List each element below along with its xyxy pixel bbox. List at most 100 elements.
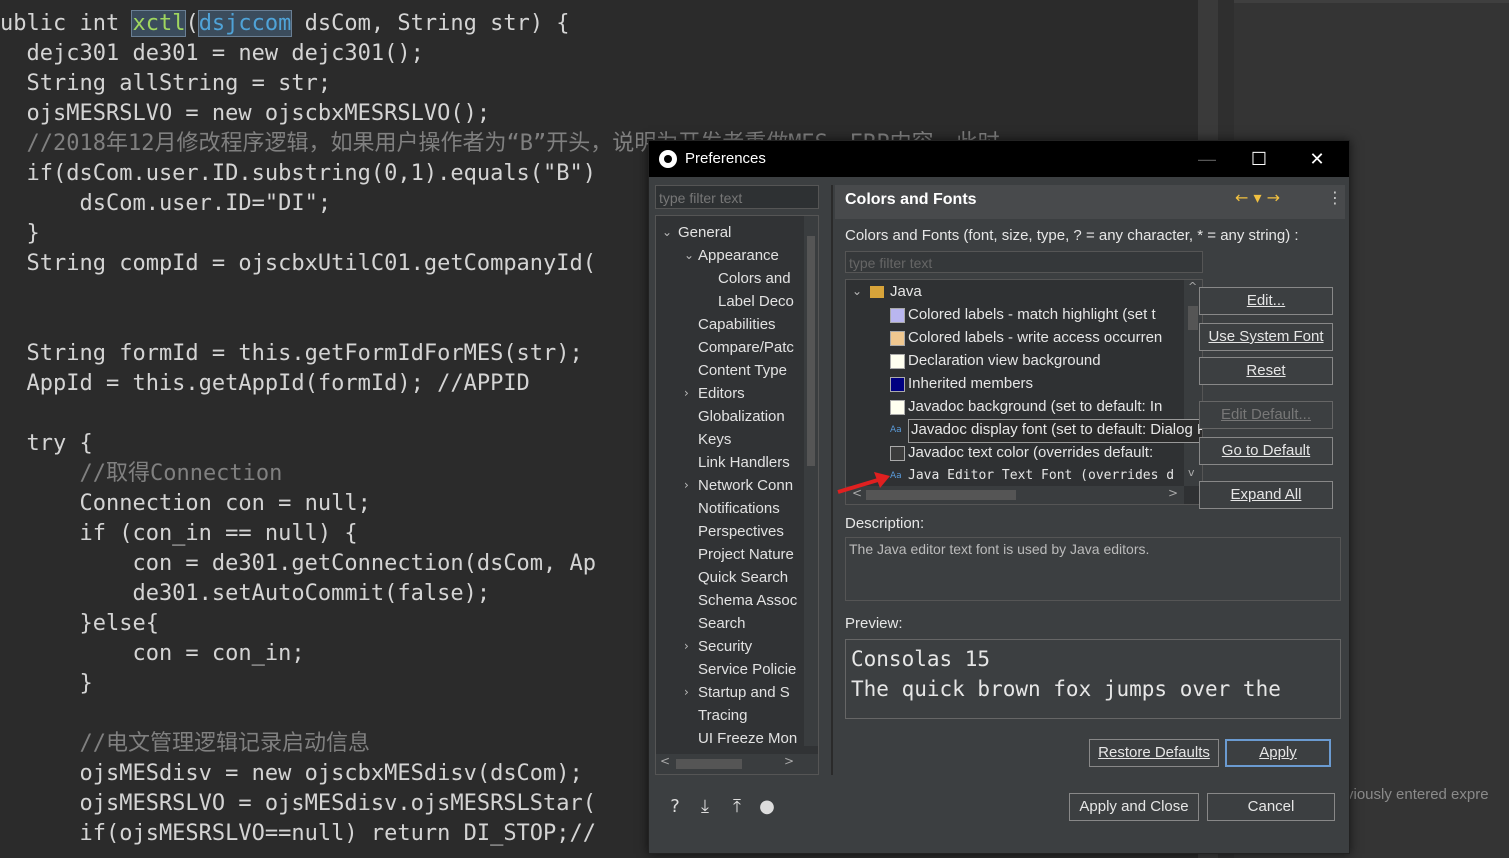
code-line[interactable]: if(ojsMESRSLVO==null) return DI_STOP;// xyxy=(0,819,596,849)
code-line[interactable]: dsCom.user.ID="DI"; xyxy=(0,189,331,219)
restore-defaults-button[interactable]: Restore Defaults xyxy=(1089,739,1219,767)
chevron-right-icon[interactable]: › xyxy=(684,639,689,653)
code-line[interactable]: con = con_in; xyxy=(0,639,304,669)
tree-item[interactable]: Schema Assoc xyxy=(698,590,797,612)
expand-all-button[interactable]: Expand All xyxy=(1199,481,1333,509)
code-token: dsCom, String str) { xyxy=(291,11,570,36)
tree-item[interactable]: Compare/Patc xyxy=(698,337,794,359)
tree-item[interactable]: Link Handlers xyxy=(698,452,790,474)
code-token: } xyxy=(0,671,93,696)
tree-item[interactable]: Perspectives xyxy=(698,521,784,543)
code-line[interactable]: dejc301 de301 = new dejc301(); xyxy=(0,39,423,69)
color-font-entry[interactable]: Javadoc background (set to default: In xyxy=(908,396,1162,418)
scroll-left-icon[interactable]: < xyxy=(660,754,670,768)
code-line[interactable]: if(dsCom.user.ID.substring(0,1).equals("… xyxy=(0,159,596,189)
code-line[interactable]: String compId = ojscbxUtilC01.getCompany… xyxy=(0,249,596,279)
tree-filter-input[interactable]: type filter text xyxy=(655,185,819,209)
code-line[interactable]: String formId = this.getFormIdForMES(str… xyxy=(0,339,582,369)
minimize-button[interactable]: — xyxy=(1185,145,1229,173)
color-font-entry[interactable]: Inherited members xyxy=(908,373,1033,395)
apply-and-close-button[interactable]: Apply and Close xyxy=(1069,793,1199,821)
color-font-entry[interactable]: Colored labels - write access occurren xyxy=(908,327,1162,349)
colors-filter-input[interactable]: type filter text xyxy=(845,251,1203,273)
code-line[interactable]: //取得Connection xyxy=(0,459,282,489)
go-to-default-button[interactable]: Go to Default xyxy=(1199,437,1333,465)
color-font-entry[interactable]: Colored labels - match highlight (set t xyxy=(908,304,1156,326)
chevron-down-icon[interactable]: ⌄ xyxy=(662,225,672,239)
color-font-entry[interactable]: Javadoc display font (set to default: Di… xyxy=(908,419,1202,443)
apply-button[interactable]: Apply xyxy=(1225,739,1331,767)
code-token: if(dsCom.user.ID.substring(0,1).equals("… xyxy=(0,161,597,186)
cf-scroll-thumb[interactable] xyxy=(1188,306,1198,330)
tree-item[interactable]: UI Freeze Mon xyxy=(698,728,797,750)
code-line[interactable]: //电文管理逻辑记录启动信息 xyxy=(0,729,370,759)
tree-item[interactable]: Keys xyxy=(698,429,731,451)
edit-button[interactable]: Edit... xyxy=(1199,287,1333,315)
help-icon[interactable]: ? xyxy=(665,797,685,817)
tree-item[interactable]: Service Policie xyxy=(698,659,796,681)
code-line[interactable]: String allString = str; xyxy=(0,69,331,99)
tree-item[interactable]: Content Type xyxy=(698,360,787,382)
tree-item[interactable]: Capabilities xyxy=(698,314,776,336)
code-line[interactable]: ublic int xctl(dsjccom dsCom, String str… xyxy=(0,9,570,39)
category-java[interactable]: Java xyxy=(890,281,922,303)
code-line[interactable]: } xyxy=(0,669,93,699)
code-line[interactable]: ojsMESdisv = new ojscbxMESdisv(dsCom); xyxy=(0,759,582,789)
tree-item[interactable]: Search xyxy=(698,613,746,635)
tree-item[interactable]: Quick Search xyxy=(698,567,788,589)
code-token: Connection con = null; xyxy=(0,491,371,516)
tree-item[interactable]: Tracing xyxy=(698,705,747,727)
color-font-entry[interactable]: Javadoc text color (overrides default: xyxy=(908,442,1153,464)
color-swatch-icon xyxy=(890,354,905,369)
color-font-entry[interactable]: Java Editor Text Font (overrides d xyxy=(908,465,1174,487)
tree-item[interactable]: Startup and S xyxy=(698,682,790,704)
tree-item[interactable]: Colors and xyxy=(718,268,791,290)
close-button[interactable]: ✕ xyxy=(1295,145,1339,173)
tree-item[interactable]: Security xyxy=(698,636,752,658)
pane-sash[interactable] xyxy=(831,185,833,775)
chevron-down-icon[interactable]: ⌄ xyxy=(684,248,694,262)
code-line[interactable]: }else{ xyxy=(0,609,158,639)
code-line[interactable]: } xyxy=(0,219,39,249)
import-icon[interactable]: ⤓ xyxy=(695,797,715,817)
chevron-right-icon[interactable]: › xyxy=(684,386,689,400)
use-system-font-button[interactable]: Use System Font xyxy=(1199,323,1333,351)
hscroll-right-icon[interactable]: > xyxy=(1168,486,1178,500)
java-chevron-icon[interactable]: ⌄ xyxy=(852,284,862,298)
oomph-icon[interactable]: ● xyxy=(757,797,777,817)
scroll-up-icon[interactable]: ^ xyxy=(1188,280,1197,293)
tree-hscroll-thumb[interactable] xyxy=(676,759,742,769)
code-line[interactable]: de301.setAutoCommit(false); xyxy=(0,579,490,609)
code-token: ojsMESRSLVO = ojsMESdisv.ojsMESRSLStar( xyxy=(0,791,597,816)
back-forward-icons[interactable]: ← ▾ → xyxy=(1235,188,1280,207)
code-line[interactable]: ojsMESRSLVO = ojsMESdisv.ojsMESRSLStar( xyxy=(0,789,596,819)
tree-item[interactable]: Notifications xyxy=(698,498,780,520)
tree-item[interactable]: Appearance xyxy=(698,245,779,267)
chevron-right-icon[interactable]: › xyxy=(684,478,689,492)
scroll-right-icon[interactable]: > xyxy=(784,754,794,768)
tree-item[interactable]: General xyxy=(678,222,731,244)
tree-scroll-thumb[interactable] xyxy=(807,236,815,466)
export-icon[interactable]: ⤒ xyxy=(727,797,747,817)
tree-item[interactable]: Editors xyxy=(698,383,745,405)
code-token: de301.setAutoCommit(false); xyxy=(0,581,491,606)
edit-default-button[interactable]: Edit Default... xyxy=(1199,401,1333,429)
code-token: AppId = this.getAppId(formId); //APPID xyxy=(0,371,530,396)
maximize-button[interactable]: ☐ xyxy=(1237,145,1281,173)
view-menu-icon[interactable]: ⋮ xyxy=(1327,188,1343,207)
tree-item[interactable]: Globalization xyxy=(698,406,785,428)
tree-item[interactable]: Project Nature xyxy=(698,544,794,566)
code-line[interactable]: ojsMESRSLVO = new ojscbxMESRSLVO(); xyxy=(0,99,490,129)
code-line[interactable]: Connection con = null; xyxy=(0,489,371,519)
code-line[interactable]: try { xyxy=(0,429,92,459)
color-font-entry[interactable]: Declaration view background xyxy=(908,350,1101,372)
scroll-down-icon[interactable]: v xyxy=(1188,466,1195,479)
code-line[interactable]: con = de301.getConnection(dsCom, Ap xyxy=(0,549,596,579)
code-line[interactable]: AppId = this.getAppId(formId); //APPID xyxy=(0,369,530,399)
cancel-button[interactable]: Cancel xyxy=(1207,793,1335,821)
chevron-right-icon[interactable]: › xyxy=(684,685,689,699)
tree-item[interactable]: Label Deco xyxy=(718,291,794,313)
code-line[interactable]: if (con_in == null) { xyxy=(0,519,357,549)
reset-button[interactable]: Reset xyxy=(1199,357,1333,385)
tree-item[interactable]: Network Conn xyxy=(698,475,793,497)
